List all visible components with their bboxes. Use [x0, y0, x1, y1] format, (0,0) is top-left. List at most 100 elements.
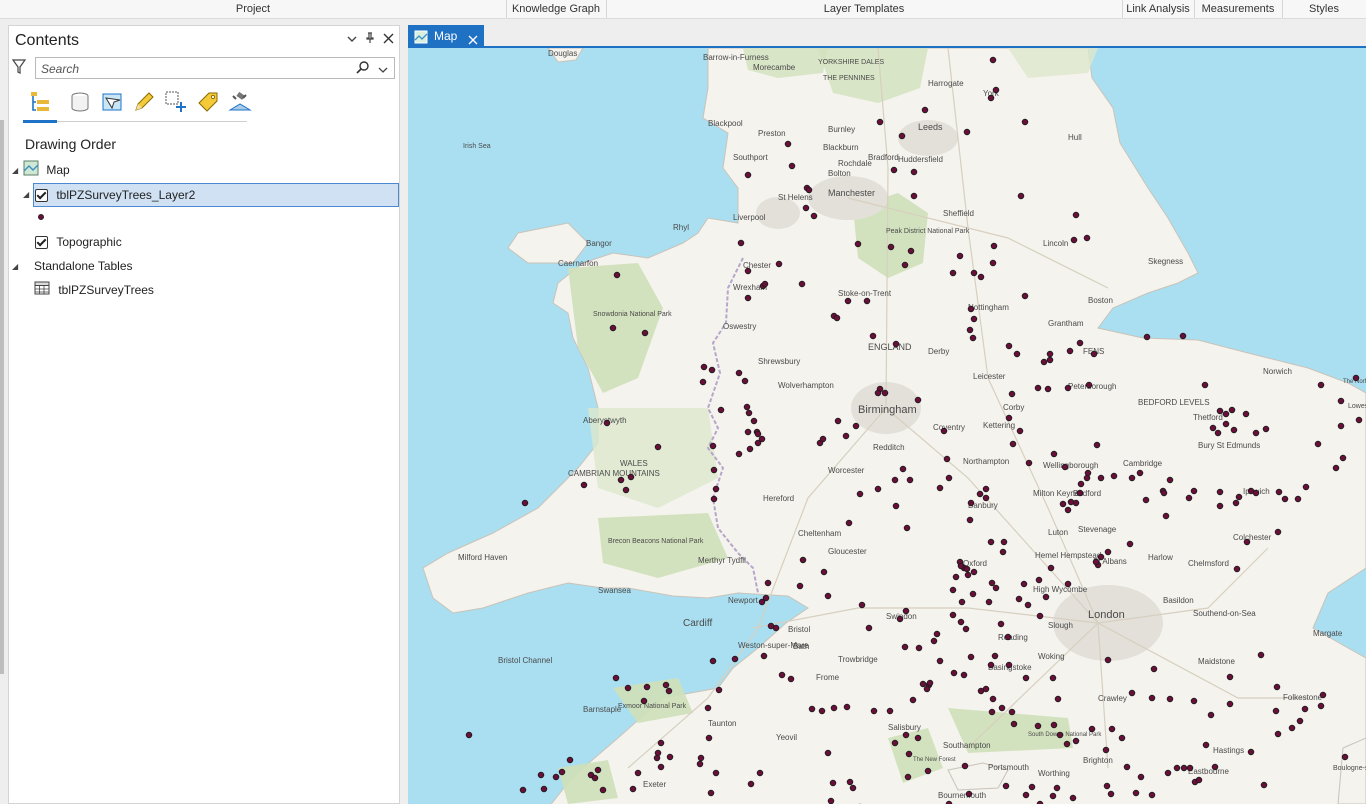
survey-tree-point[interactable]	[1190, 487, 1198, 495]
survey-tree-point[interactable]	[1035, 576, 1043, 584]
survey-tree-point[interactable]	[914, 396, 922, 404]
close-icon[interactable]	[383, 32, 394, 47]
tree-item-standalone-tables[interactable]: Standalone Tables	[34, 256, 133, 276]
survey-tree-point[interactable]	[846, 778, 854, 786]
survey-tree-point[interactable]	[1252, 429, 1260, 437]
survey-tree-point[interactable]	[566, 756, 574, 764]
survey-tree-point[interactable]	[1257, 651, 1265, 659]
survey-tree-point[interactable]	[1053, 784, 1061, 792]
survey-tree-point[interactable]	[746, 445, 754, 453]
survey-tree-point[interactable]	[967, 305, 975, 313]
survey-tree-point[interactable]	[634, 769, 642, 777]
survey-tree-point[interactable]	[1228, 406, 1236, 414]
expand-standalone-chevron-icon[interactable]: ◢	[12, 262, 18, 271]
survey-tree-point[interactable]	[1314, 440, 1322, 448]
survey-tree-point[interactable]	[1226, 700, 1234, 708]
survey-tree-point[interactable]	[960, 671, 968, 679]
survey-tree-point[interactable]	[906, 476, 914, 484]
survey-tree-point[interactable]	[842, 432, 850, 440]
topographic-visibility-checkbox[interactable]	[35, 236, 48, 250]
survey-tree-point[interactable]	[715, 686, 723, 694]
list-by-perspective-imagery-icon[interactable]	[227, 88, 253, 116]
survey-tree-point[interactable]	[712, 485, 720, 493]
survey-tree-point[interactable]	[998, 704, 1006, 712]
survey-tree-point[interactable]	[854, 240, 862, 248]
survey-tree-point[interactable]	[745, 409, 753, 417]
survey-tree-point[interactable]	[950, 669, 958, 677]
survey-tree-point[interactable]	[874, 485, 882, 493]
survey-tree-point[interactable]	[580, 481, 588, 489]
survey-tree-point[interactable]	[1226, 673, 1234, 681]
list-by-snapping-icon[interactable]	[163, 88, 189, 116]
survey-tree-point[interactable]	[990, 242, 998, 250]
survey-tree-point[interactable]	[1049, 792, 1057, 800]
survey-tree-point[interactable]	[957, 618, 965, 626]
survey-tree-point[interactable]	[552, 773, 560, 781]
survey-tree-point[interactable]	[708, 366, 716, 374]
survey-tree-point[interactable]	[1355, 416, 1363, 424]
survey-tree-point[interactable]	[1222, 420, 1230, 428]
survey-tree-point[interactable]	[1021, 118, 1029, 126]
survey-tree-point[interactable]	[910, 168, 918, 176]
layer-visibility-checkbox[interactable]	[35, 189, 48, 203]
survey-tree-point[interactable]	[966, 326, 974, 334]
survey-tree-point[interactable]	[1059, 500, 1067, 508]
survey-tree-point[interactable]	[1272, 707, 1280, 715]
survey-tree-point[interactable]	[1274, 730, 1282, 738]
list-by-drawing-order-icon[interactable]	[27, 88, 53, 116]
survey-tree-point[interactable]	[1118, 734, 1126, 742]
survey-tree-point[interactable]	[1076, 339, 1084, 347]
survey-tree-point[interactable]	[881, 389, 889, 397]
ribbon-group-link-analysis[interactable]: Link Analysis	[1122, 0, 1195, 18]
survey-tree-point[interactable]	[915, 644, 923, 652]
survey-tree-point[interactable]	[970, 315, 978, 323]
survey-tree-point[interactable]	[987, 94, 995, 102]
survey-tree-point[interactable]	[977, 687, 985, 695]
survey-tree-point[interactable]	[827, 797, 835, 804]
survey-tree-point[interactable]	[940, 427, 948, 435]
survey-tree-point[interactable]	[964, 571, 972, 579]
survey-tree-point[interactable]	[1046, 356, 1054, 364]
survey-tree-point[interactable]	[744, 267, 752, 275]
survey-tree-point[interactable]	[985, 598, 993, 606]
survey-tree-point[interactable]	[1083, 474, 1091, 482]
survey-tree-point[interactable]	[945, 474, 953, 482]
survey-tree-point[interactable]	[712, 769, 720, 777]
survey-tree-point[interactable]	[1036, 612, 1044, 620]
survey-tree-point[interactable]	[856, 490, 864, 498]
survey-tree-point[interactable]	[963, 128, 971, 136]
survey-tree-point[interactable]	[612, 674, 620, 682]
survey-tree-point[interactable]	[743, 403, 751, 411]
survey-tree-point[interactable]	[896, 615, 904, 623]
survey-tree-point[interactable]	[1104, 656, 1112, 664]
survey-tree-point[interactable]	[1002, 782, 1010, 790]
survey-tree-point[interactable]	[1015, 595, 1023, 603]
survey-tree-point[interactable]	[989, 695, 997, 703]
survey-tree-point[interactable]	[1209, 424, 1217, 432]
survey-tree-point[interactable]	[907, 247, 915, 255]
survey-tree-point[interactable]	[891, 739, 899, 747]
survey-tree-point[interactable]	[709, 442, 717, 450]
survey-tree-point[interactable]	[970, 269, 978, 277]
survey-tree-point[interactable]	[1337, 397, 1345, 405]
survey-tree-point[interactable]	[1072, 211, 1080, 219]
ribbon-group-project[interactable]: Project	[0, 0, 507, 18]
survey-tree-point[interactable]	[858, 601, 866, 609]
survey-tree-point[interactable]	[961, 762, 969, 770]
survey-tree-point[interactable]	[1090, 350, 1098, 358]
survey-tree-point[interactable]	[876, 118, 884, 126]
survey-tree-point[interactable]	[1040, 358, 1048, 366]
survey-tree-point[interactable]	[700, 363, 708, 371]
survey-tree-point[interactable]	[744, 171, 752, 179]
survey-tree-point[interactable]	[1083, 234, 1091, 242]
survey-tree-point[interactable]	[1064, 384, 1072, 392]
survey-tree-point[interactable]	[744, 428, 752, 436]
survey-tree-point[interactable]	[1317, 702, 1325, 710]
survey-tree-point[interactable]	[1148, 791, 1156, 799]
survey-tree-point[interactable]	[465, 731, 473, 739]
survey-tree-point[interactable]	[901, 261, 909, 269]
survey-tree-point[interactable]	[717, 406, 725, 414]
survey-tree-point[interactable]	[1028, 783, 1036, 791]
survey-tree-point[interactable]	[863, 297, 871, 305]
list-by-data-source-icon[interactable]	[67, 88, 93, 116]
